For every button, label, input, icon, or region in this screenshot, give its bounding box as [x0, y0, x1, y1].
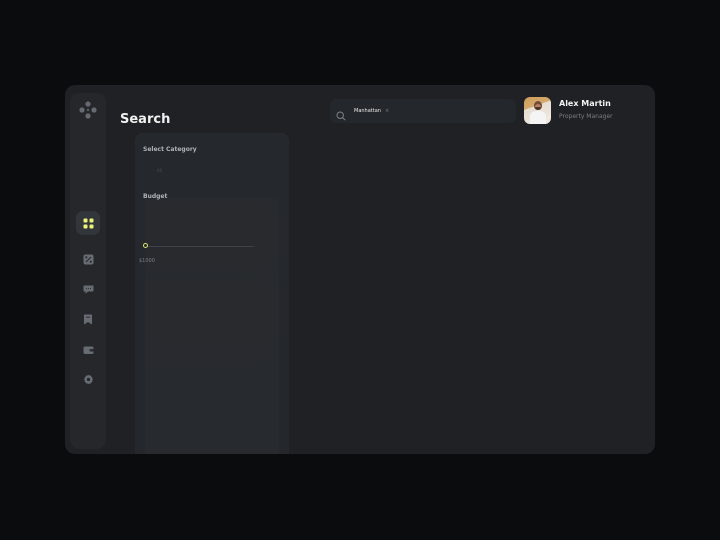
gear-icon [83, 370, 94, 389]
avatar-shirt [530, 111, 546, 124]
profile-name: Alex Martin [559, 99, 611, 108]
sidebar-item-settings[interactable] [76, 367, 100, 391]
search-bar[interactable]: Manhattan × [330, 99, 516, 123]
sidebar-item-messages[interactable] [76, 277, 100, 301]
search-filter-chip[interactable]: Manhattan × [353, 103, 390, 119]
sidebar-item-deals[interactable] [76, 247, 100, 271]
app-logo-icon [79, 101, 97, 119]
close-icon[interactable]: × [385, 108, 389, 114]
budget-slider[interactable] [143, 243, 254, 251]
discount-tag-icon [83, 250, 94, 269]
category-label: Select Category [143, 146, 197, 153]
budget-value: $1000 [139, 258, 155, 264]
sidebar-item-saved[interactable] [76, 307, 100, 331]
budget-label: Budget [143, 193, 168, 200]
page-title: Search [120, 111, 171, 127]
search-chip-label: Manhattan [354, 108, 381, 114]
app-window: Search Manhattan × Alex Martin Property … [65, 85, 655, 454]
category-option[interactable]: All [157, 168, 162, 173]
user-profile[interactable]: Alex Martin Property Manager [524, 97, 646, 127]
sidebar-item-dashboard[interactable] [76, 211, 100, 235]
filter-panel: Select Category All Budget $1000 [135, 133, 289, 454]
avatar[interactable] [524, 97, 551, 124]
sidebar-item-wallet[interactable] [76, 337, 100, 361]
search-icon [336, 106, 346, 121]
budget-slider-track[interactable] [147, 246, 254, 247]
bookmark-icon [83, 310, 93, 329]
chat-bubble-icon [83, 280, 94, 299]
avatar-beard [535, 107, 541, 110]
profile-role: Property Manager [559, 113, 613, 120]
left-sidebar [70, 93, 106, 449]
budget-slider-handle[interactable] [143, 243, 148, 248]
wallet-icon [83, 340, 94, 359]
dashboard-grid-icon [83, 214, 94, 233]
